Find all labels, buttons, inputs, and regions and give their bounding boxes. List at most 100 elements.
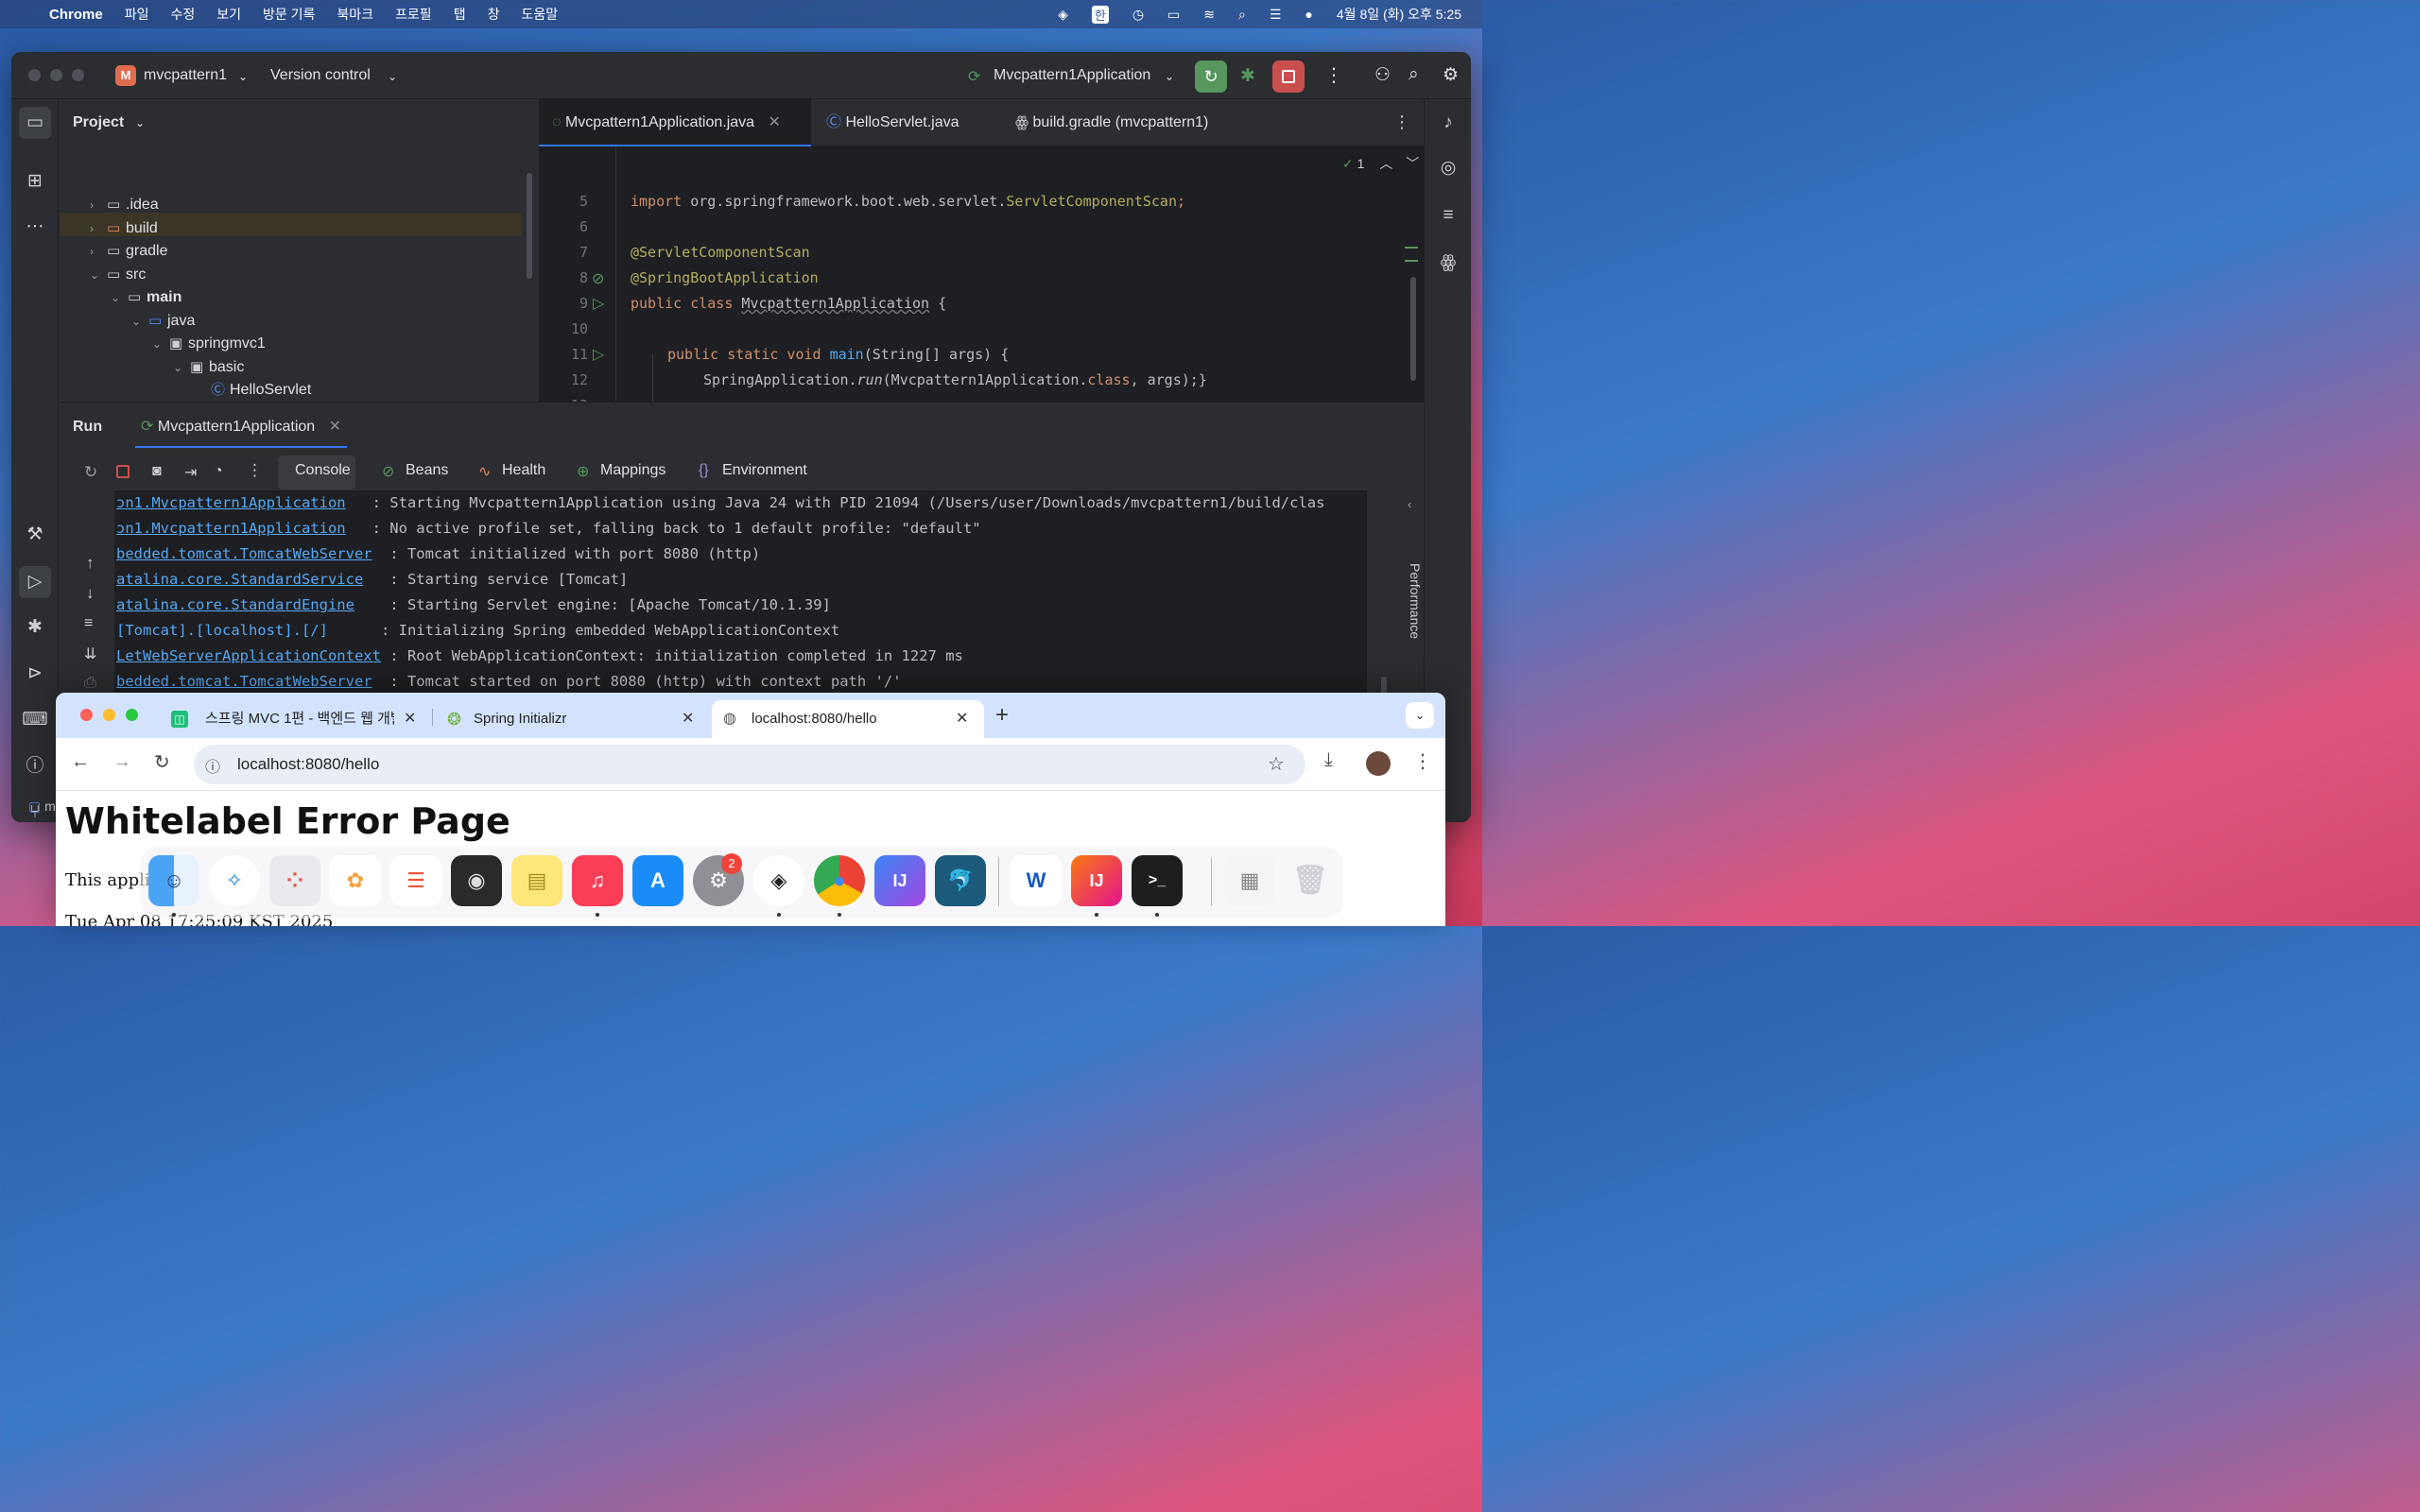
editor-scrollbar[interactable] — [1410, 277, 1416, 381]
notes-icon[interactable]: ▤ — [511, 855, 562, 906]
window-close-button[interactable] — [80, 709, 93, 721]
chrome-icon[interactable]: ● — [814, 855, 865, 906]
services-icon[interactable]: ⊳ — [19, 658, 51, 690]
terminal-app-icon[interactable]: >_ — [1132, 855, 1183, 906]
more-tools-icon[interactable]: ⋯ — [19, 211, 51, 243]
tree-item[interactable]: › ▭ build — [60, 217, 538, 241]
restore-layout-icon[interactable]: ⇥ — [184, 463, 197, 482]
tree-item[interactable]: ⌄ ▭ main — [60, 286, 538, 310]
tree-item[interactable]: › ▭ gradle — [60, 240, 538, 264]
tab-helloservlet[interactable]: Ⓒ HelloServlet.java — [813, 99, 973, 146]
omnibox[interactable]: ⓘ localhost:8080/hello ☆ — [194, 745, 1305, 784]
settings-gear-icon[interactable]: ⚙ — [1443, 64, 1459, 86]
debug-icon[interactable]: ✱ — [1240, 65, 1255, 87]
stop-button[interactable] — [1272, 60, 1305, 93]
more-icon[interactable]: ⋮ — [247, 461, 263, 480]
url-text[interactable]: localhost:8080/hello — [237, 755, 379, 774]
code-line-12[interactable]: SpringApplication.run(Mvcpattern1Applica… — [703, 368, 1207, 393]
tab-health[interactable]: Health — [502, 462, 545, 479]
tab-search-chevron-icon[interactable]: ⌄ — [1406, 702, 1434, 729]
camera-snapshot-icon[interactable]: ◙ — [152, 463, 162, 480]
tab-environment[interactable]: Environment — [722, 462, 807, 479]
app-store-icon[interactable]: A — [632, 855, 683, 906]
collapse-chevron-icon[interactable]: ‹ — [1408, 497, 1411, 511]
reminders-icon[interactable]: ☰ — [390, 855, 441, 906]
gradle-elephant-icon[interactable]: ꙮ — [1432, 247, 1464, 279]
console-logger-link[interactable]: [Tomcat].[localhost].[/] — [116, 622, 328, 639]
chrome-tab-spring-initializr[interactable]: ❂ Spring Initializr ✕ — [434, 700, 708, 738]
code-line-9[interactable]: public class Mvcpattern1Application { — [631, 291, 946, 317]
chrome-menu-icon[interactable]: ⋮ — [1413, 749, 1432, 773]
notifications-bell-icon[interactable]: ♪ — [1432, 107, 1464, 139]
next-highlight-icon[interactable]: ﹀ — [1406, 156, 1419, 171]
battery-icon[interactable]: ▭ — [1167, 7, 1180, 23]
chevron-icon[interactable]: ⌄ — [173, 356, 190, 380]
tab-close-icon[interactable]: ✕ — [956, 700, 968, 738]
download-icon[interactable]: ⤓ — [1324, 749, 1333, 771]
safari-icon[interactable]: ✧ — [209, 855, 260, 906]
window-minimize-button[interactable] — [103, 709, 115, 721]
structure-icon[interactable]: ⊞ — [19, 165, 51, 198]
print-icon[interactable]: ⎙ — [84, 675, 96, 692]
console-logger-link[interactable]: bedded.tomcat.TomcatWebServer — [116, 673, 372, 690]
tree-item[interactable]: ⌄ ▭ java — [60, 310, 538, 334]
build-hammer-icon[interactable]: ⚒ — [19, 519, 51, 551]
tab-build-gradle[interactable]: ꙮ build.gradle (mvcpattern1) — [1002, 99, 1221, 146]
chevron-icon[interactable]: › — [90, 217, 107, 241]
new-tab-plus-icon[interactable]: + — [995, 702, 1009, 729]
rerun-icon[interactable]: ↻ — [84, 463, 97, 482]
debug-bug-icon[interactable]: ✱ — [19, 611, 51, 644]
ai-assistant-icon[interactable]: ◎ — [1432, 152, 1464, 184]
chrome-tab-localhost[interactable]: ◍ localhost:8080/hello ✕ — [712, 700, 984, 738]
intellij-ultimate-icon[interactable]: IJ — [1071, 855, 1122, 906]
code-line-8[interactable]: @SpringBootApplication — [631, 266, 819, 291]
inspection-widget[interactable]: ✓ 1 ︿ ﹀ — [1342, 154, 1419, 173]
project-switcher[interactable]: mvcpattern1 — [144, 67, 227, 84]
menu-history[interactable]: 방문 기록 — [263, 5, 315, 24]
site-info-icon[interactable]: ⓘ — [205, 754, 220, 777]
chevron-icon[interactable]: › — [90, 240, 107, 264]
siri-icon[interactable]: ● — [1305, 7, 1312, 22]
window-zoom-button[interactable] — [72, 69, 84, 81]
music-icon[interactable]: ♫ — [572, 855, 623, 906]
scroll-down-icon[interactable]: ↓ — [86, 584, 95, 603]
scroll-to-end-icon[interactable]: ⇊ — [84, 644, 96, 663]
chevron-icon[interactable]: ⌄ — [90, 264, 107, 287]
add-user-icon[interactable]: ⚇ — [1374, 64, 1391, 86]
chevron-icon[interactable]: › — [90, 194, 107, 217]
console-logger-link[interactable]: atalina.core.StandardEngine — [116, 596, 354, 613]
run-config-selector[interactable]: Mvcpattern1Application — [994, 67, 1150, 84]
window-minimize-button[interactable] — [50, 69, 62, 81]
time-machine-icon[interactable]: ◷ — [1132, 7, 1144, 23]
spring-bean-gutter-icon[interactable]: ⊘ — [592, 269, 604, 288]
soft-wrap-icon[interactable]: ≡ — [84, 615, 93, 632]
tree-item[interactable]: ⌄ ▭ src — [60, 264, 538, 287]
project-scrollbar[interactable] — [527, 173, 532, 279]
tab-close-icon[interactable]: ✕ — [769, 114, 781, 130]
problems-icon[interactable]: ⓘ — [19, 750, 51, 782]
project-folder-icon[interactable]: ▭ — [19, 107, 51, 139]
vpn-icon[interactable]: ◈ — [1058, 7, 1068, 23]
run-gutter-icon[interactable]: ▷ — [593, 294, 604, 313]
spotlight-search-icon[interactable]: ⌕ — [1238, 7, 1246, 23]
vcs-widget[interactable]: Version control — [270, 67, 371, 84]
bookmark-star-icon[interactable]: ☆ — [1268, 752, 1285, 776]
project-avatar-icon[interactable]: M — [115, 65, 136, 86]
profile-avatar[interactable] — [1366, 751, 1391, 776]
chevron-icon[interactable]: ⌄ — [131, 310, 148, 334]
code-line-5[interactable]: import org.springframework.boot.web.serv… — [631, 189, 1185, 215]
run-tool-icon[interactable]: ▷ — [19, 566, 51, 598]
project-panel-title[interactable]: Project — [73, 114, 124, 131]
downloads-stack-icon[interactable]: ▦ — [1224, 855, 1275, 906]
control-center-icon[interactable]: ☰ — [1270, 7, 1282, 23]
vpn-app-icon[interactable]: ◈ — [753, 855, 804, 906]
menu-file[interactable]: 파일 — [125, 5, 149, 24]
rerun-button[interactable]: ↻ — [1195, 60, 1227, 93]
tree-item[interactable]: ⌄ ▣ springmvc1 — [60, 333, 538, 356]
tab-close-icon[interactable]: ✕ — [682, 700, 694, 738]
search-icon[interactable]: ⌕ — [1409, 64, 1419, 85]
word-icon[interactable]: W — [1011, 855, 1062, 906]
disk-utility-icon[interactable]: ◉ — [451, 855, 502, 906]
menu-bookmarks[interactable]: 북마크 — [337, 5, 373, 24]
console-logger-link[interactable]: atalina.core.StandardService — [116, 571, 363, 588]
